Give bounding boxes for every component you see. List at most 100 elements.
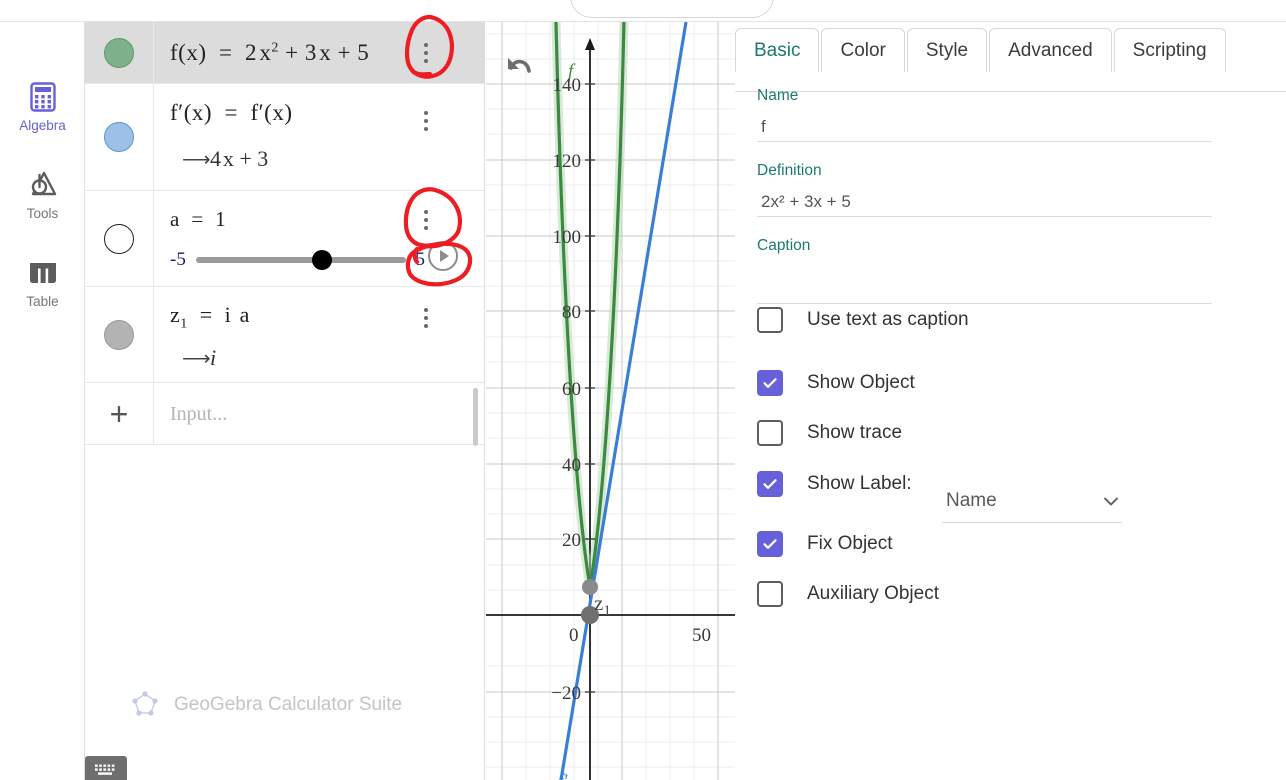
left-rail: Algebra Tools Table [0, 22, 85, 780]
visibility-marble-z1[interactable] [104, 319, 134, 350]
sidebar-item-tools[interactable]: Tools [0, 168, 85, 222]
tab-advanced[interactable]: Advanced [989, 28, 1112, 72]
slider-thumb[interactable] [311, 250, 332, 270]
algebra-view: f(x) = 2 x2 + 3 x + 5 f′(x) = f′(x) ⟶4 x… [85, 22, 485, 780]
visibility-marble-fprime[interactable] [104, 122, 134, 152]
checkbox-fix-object[interactable]: Fix Object [757, 531, 893, 557]
y-tick-60: 60 [562, 379, 581, 400]
settings-panel: Basic Color Style Advanced Scripting Nam… [735, 22, 1286, 780]
field-name-label: Name [757, 87, 799, 104]
checkbox-show-object[interactable]: Show Object [757, 370, 915, 396]
play-triangle [440, 250, 449, 262]
arrow-right-icon: ⟶ [182, 149, 211, 171]
three-dots-icon-f[interactable] [415, 36, 437, 70]
checkbox-use-text-as-caption[interactable]: Use text as caption [757, 307, 969, 333]
sidebar-item-algebra-label: Algebra [19, 118, 66, 133]
arrow-right-icon: ⟶ [182, 348, 211, 370]
y-tick-20: 20 [562, 530, 581, 551]
three-dots-icon-fprime[interactable] [415, 104, 437, 138]
table-icon [0, 256, 85, 290]
visibility-marble-a[interactable] [104, 223, 134, 254]
calculator-icon [0, 80, 85, 114]
algebra-input-placeholder[interactable]: Input... [170, 383, 227, 445]
label-style-dropdown[interactable]: Name [942, 484, 1122, 523]
checkbox-show-label[interactable]: Show Label: [757, 471, 912, 497]
algebra-input-row[interactable]: + Input... [85, 383, 484, 445]
algebra-expression-fprime[interactable]: f′(x) = f′(x) [170, 100, 293, 126]
slider-a[interactable]: -5 5 [170, 247, 425, 273]
field-caption: Caption [757, 237, 1212, 304]
algebra-row-a[interactable]: a = 1 -5 5 [85, 191, 484, 287]
algebra-output-z1: ⟶i [182, 345, 217, 370]
checkbox-box[interactable] [757, 581, 783, 607]
marble-cell[interactable] [85, 191, 154, 286]
marble-cell[interactable] [85, 22, 154, 83]
keyboard-icon[interactable] [85, 756, 127, 780]
slider-max-label: 5 [415, 249, 426, 270]
field-underline [757, 216, 1212, 217]
sidebar-item-table[interactable]: Table [0, 256, 85, 310]
checkbox-label: Auxiliary Object [807, 583, 939, 604]
watermark: GeoGebra Calculator Suite [130, 690, 402, 720]
checkbox-box[interactable] [757, 420, 783, 446]
tab-scripting[interactable]: Scripting [1113, 28, 1226, 72]
name-input[interactable]: f [757, 113, 1212, 141]
tab-color[interactable]: Color [821, 28, 905, 72]
tab-basic[interactable]: Basic [735, 28, 820, 72]
visibility-marble-f[interactable] [104, 37, 134, 68]
checkbox-show-trace[interactable]: Show trace [757, 420, 902, 446]
algebra-row-fprime[interactable]: f′(x) = f′(x) ⟶4 x + 3 [85, 84, 484, 191]
checkbox-label: Use text as caption [807, 309, 969, 330]
settings-tabs: Basic Color Style Advanced Scripting [735, 26, 1228, 72]
y-tick-140: 140 [553, 75, 582, 96]
sidebar-item-table-label: Table [26, 294, 59, 309]
field-underline [757, 141, 1212, 142]
algebra-row-z1[interactable]: z1 = i a ⟶i [85, 287, 484, 383]
checkbox-label: Show Object [807, 372, 915, 393]
checkbox-box[interactable] [757, 370, 783, 396]
checkbox-box[interactable] [757, 531, 783, 557]
dropdown-inner[interactable]: Name [942, 484, 1122, 518]
field-definition-label: Definition [757, 162, 822, 179]
check-icon [763, 378, 777, 388]
undo-arrow-icon[interactable] [500, 52, 534, 82]
marble-cell[interactable] [85, 287, 154, 382]
checkbox-auxiliary-object[interactable]: Auxiliary Object [757, 581, 939, 607]
tab-style[interactable]: Style [906, 28, 988, 72]
checkbox-box[interactable] [757, 471, 783, 497]
tools-icon [0, 168, 85, 202]
checkbox-box[interactable] [757, 307, 783, 333]
slider-track[interactable] [195, 250, 406, 270]
top-toolbar-pill[interactable] [570, 0, 774, 18]
algebra-scrollbar[interactable] [473, 388, 478, 446]
y-tick-100: 100 [553, 227, 582, 248]
algebra-expression-f[interactable]: f(x) = 2 x2 + 3 x + 5 [170, 40, 369, 66]
dropdown-underline [942, 522, 1122, 523]
play-circle-icon[interactable] [428, 241, 458, 271]
check-icon [763, 539, 777, 549]
curve-label-fprime: f' [558, 771, 568, 780]
three-dots-icon-a[interactable] [415, 203, 437, 237]
y-tick-40: 40 [562, 455, 581, 476]
field-underline [757, 303, 1212, 304]
algebra-expression-a[interactable]: a = 1 [170, 207, 226, 232]
y-tick-neg20: −20 [551, 683, 581, 704]
three-dots-icon-z1[interactable] [415, 301, 437, 335]
marble-cell[interactable] [85, 84, 154, 190]
graph-canvas[interactable]: f f' z1 140 120 100 80 60 40 20 −20 0 50 [486, 22, 735, 780]
sidebar-item-algebra[interactable]: Algebra [0, 80, 85, 134]
field-definition: Definition 2x² + 3x + 5 [757, 162, 1212, 217]
check-icon [763, 479, 777, 489]
plus-icon[interactable]: + [85, 383, 154, 445]
top-strip [0, 0, 1286, 22]
algebra-row-f[interactable]: f(x) = 2 x2 + 3 x + 5 [85, 22, 484, 84]
checkbox-label: Show trace [807, 422, 903, 443]
slider-min-label: -5 [170, 249, 186, 270]
graphics-view[interactable]: f f' z1 140 120 100 80 60 40 20 −20 0 50 [486, 22, 735, 780]
checkbox-label: Show Label: [807, 473, 912, 494]
y-tick-80: 80 [562, 302, 581, 323]
definition-input[interactable]: 2x² + 3x + 5 [757, 188, 1212, 216]
algebra-expression-z1[interactable]: z1 = i a [170, 302, 250, 332]
sidebar-item-tools-label: Tools [26, 206, 59, 221]
caption-input[interactable] [757, 263, 1212, 291]
